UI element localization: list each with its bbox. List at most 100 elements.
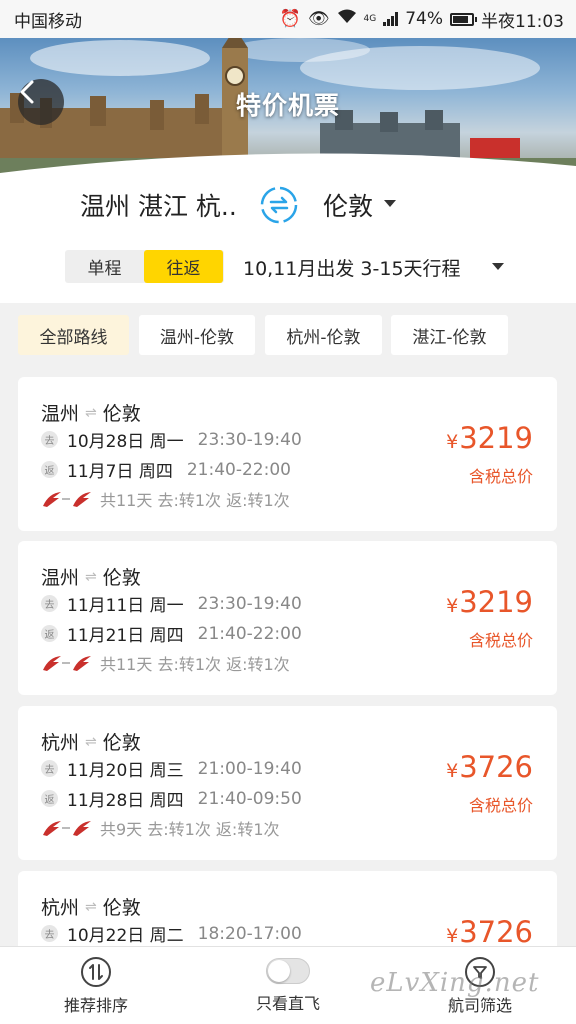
toggle-switch-icon[interactable] bbox=[266, 958, 310, 984]
outbound-date: 11月11日 周一 bbox=[67, 596, 184, 616]
price: ¥3219 bbox=[446, 421, 533, 455]
trip-summary: 共9天 去:转1次 返:转1次 bbox=[41, 816, 280, 840]
currency-symbol: ¥ bbox=[446, 760, 459, 782]
card-route: 温州 ⇌ 伦敦 bbox=[41, 399, 141, 426]
from-city: 杭州 bbox=[41, 897, 80, 919]
wifi-icon bbox=[337, 9, 357, 29]
direct-only-label: 只看直飞 bbox=[255, 994, 320, 1013]
status-bar: 中国移动 ⏰ 👁 4G 74% 半夜11:03 bbox=[0, 0, 576, 38]
price-value: 3726 bbox=[459, 750, 533, 784]
departure-period-filter[interactable]: 10,11月出发 3-15天行程 bbox=[243, 254, 461, 281]
route-filter-bar: 全部路线 温州-伦敦 杭州-伦敦 湛江-伦敦 bbox=[0, 303, 576, 367]
return-leg: 返 11月28日 周四 21:40-09:50 bbox=[41, 786, 302, 811]
header-banner: 特价机票 bbox=[0, 38, 576, 173]
outbound-tag-icon: 去 bbox=[41, 595, 58, 612]
status-icons: ⏰ 👁 4G 74% 半夜11:03 bbox=[280, 7, 564, 32]
return-time: 21:40-22:00 bbox=[197, 623, 302, 644]
outbound-date: 10月28日 周一 bbox=[67, 432, 184, 452]
outbound-time: 23:30-19:40 bbox=[197, 429, 302, 450]
to-city: 伦敦 bbox=[102, 732, 141, 754]
return-leg: 返 11月7日 周四 21:40-22:00 bbox=[41, 457, 291, 482]
one-way-option[interactable]: 单程 bbox=[65, 250, 144, 283]
battery-icon bbox=[450, 12, 477, 26]
eye-icon: 👁 bbox=[307, 9, 330, 29]
price-label: 含税总价 bbox=[468, 467, 533, 486]
page-title: 特价机票 bbox=[235, 91, 340, 120]
round-trip-icon: ⇌ bbox=[85, 898, 97, 915]
route-filter-all[interactable]: 全部路线 bbox=[18, 315, 129, 355]
outbound-tag-icon: 去 bbox=[41, 760, 58, 777]
alarm-icon: ⏰ bbox=[279, 9, 301, 29]
airline-logo-icon bbox=[41, 653, 95, 673]
outbound-tag-icon: 去 bbox=[41, 431, 58, 448]
return-tag-icon: 返 bbox=[41, 625, 58, 642]
to-city: 伦敦 bbox=[102, 403, 141, 425]
flight-card[interactable]: 温州 ⇌ 伦敦 去 10月28日 周一 23:30-19:40 返 11月7日 … bbox=[18, 377, 557, 531]
return-date: 11月28日 周四 bbox=[67, 791, 184, 811]
price: ¥3726 bbox=[446, 750, 533, 784]
round-trip-option[interactable]: 往返 bbox=[144, 250, 223, 283]
return-tag-icon: 返 bbox=[41, 790, 58, 807]
direct-only-toggle[interactable]: 只看直飞 bbox=[248, 947, 328, 1024]
destination-dropdown-icon[interactable] bbox=[384, 200, 396, 207]
destination-city-selector[interactable]: 伦敦 bbox=[323, 187, 373, 223]
route-selector: 温州 湛江 杭.. 伦敦 bbox=[0, 173, 576, 235]
return-date: 11月21日 周四 bbox=[67, 626, 184, 646]
round-trip-icon: ⇌ bbox=[85, 568, 97, 585]
outbound-leg: 去 11月11日 周一 23:30-19:40 bbox=[41, 591, 302, 616]
card-route: 温州 ⇌ 伦敦 bbox=[41, 563, 141, 590]
currency-symbol: ¥ bbox=[446, 431, 459, 453]
price-label: 含税总价 bbox=[468, 796, 533, 815]
search-panel: 温州 湛江 杭.. 伦敦 单程 往返 10,11月出发 3-15天行程 bbox=[0, 173, 576, 303]
outbound-tag-icon: 去 bbox=[41, 925, 58, 942]
outbound-time: 18:20-17:00 bbox=[197, 923, 302, 944]
sort-label: 推荐排序 bbox=[63, 995, 128, 1015]
airline-logo-icon bbox=[41, 489, 95, 509]
to-city: 伦敦 bbox=[102, 567, 141, 589]
card-route: 杭州 ⇌ 伦敦 bbox=[41, 893, 141, 920]
route-filter-wenzhou-london[interactable]: 温州-伦敦 bbox=[139, 315, 255, 355]
price-label: 含税总价 bbox=[468, 631, 533, 650]
round-trip-icon: ⇌ bbox=[85, 404, 97, 421]
watermark: eLvXing.net bbox=[370, 968, 540, 998]
currency-symbol: ¥ bbox=[446, 595, 459, 617]
trip-summary: 共11天 去:转1次 返:转1次 bbox=[41, 651, 290, 675]
price-value: 3726 bbox=[459, 915, 533, 949]
clock-time: 半夜11:03 bbox=[481, 11, 564, 32]
origin-city-selector[interactable]: 温州 湛江 杭.. bbox=[80, 187, 237, 223]
return-leg: 返 11月21日 周四 21:40-22:00 bbox=[41, 621, 302, 646]
price: ¥3219 bbox=[446, 585, 533, 619]
trip-summary: 共11天 去:转1次 返:转1次 bbox=[41, 487, 290, 511]
route-filter-hangzhou-london[interactable]: 杭州-伦敦 bbox=[265, 315, 382, 355]
return-date: 11月7日 周四 bbox=[67, 462, 173, 482]
outbound-leg: 去 11月20日 周三 21:00-19:40 bbox=[41, 756, 302, 781]
signal-icon bbox=[383, 12, 399, 26]
price: ¥3726 bbox=[446, 915, 533, 949]
carrier-name: 中国移动 bbox=[14, 11, 82, 32]
card-route: 杭州 ⇌ 伦敦 bbox=[41, 728, 141, 755]
price-value: 3219 bbox=[459, 585, 533, 619]
airline-logo-icon bbox=[41, 818, 95, 838]
outbound-leg: 去 10月28日 周一 23:30-19:40 bbox=[41, 427, 302, 452]
from-city: 杭州 bbox=[41, 732, 80, 754]
from-city: 温州 bbox=[41, 403, 80, 425]
network-type: 4G bbox=[363, 14, 377, 24]
outbound-date: 10月22日 周二 bbox=[67, 926, 184, 946]
return-tag-icon: 返 bbox=[41, 461, 58, 478]
sort-button[interactable]: 推荐排序 bbox=[56, 947, 136, 1024]
to-city: 伦敦 bbox=[102, 897, 141, 919]
departure-dropdown-icon[interactable] bbox=[492, 263, 504, 270]
swap-cities-icon[interactable] bbox=[259, 185, 299, 225]
route-filter-zhanjiang-london[interactable]: 湛江-伦敦 bbox=[391, 315, 508, 355]
summary-text: 共9天 去:转1次 返:转1次 bbox=[100, 820, 280, 839]
round-trip-icon: ⇌ bbox=[85, 733, 97, 750]
flight-card[interactable]: 杭州 ⇌ 伦敦 去 11月20日 周三 21:00-19:40 返 11月28日… bbox=[18, 706, 557, 860]
summary-text: 共11天 去:转1次 返:转1次 bbox=[100, 655, 290, 674]
return-time: 21:40-22:00 bbox=[186, 459, 291, 480]
from-city: 温州 bbox=[41, 567, 80, 589]
flight-card[interactable]: 温州 ⇌ 伦敦 去 11月11日 周一 23:30-19:40 返 11月21日… bbox=[18, 541, 557, 695]
battery-percent: 74% bbox=[405, 9, 443, 29]
outbound-time: 23:30-19:40 bbox=[197, 593, 302, 614]
outbound-date: 11月20日 周三 bbox=[67, 761, 184, 781]
sort-icon bbox=[81, 956, 111, 987]
